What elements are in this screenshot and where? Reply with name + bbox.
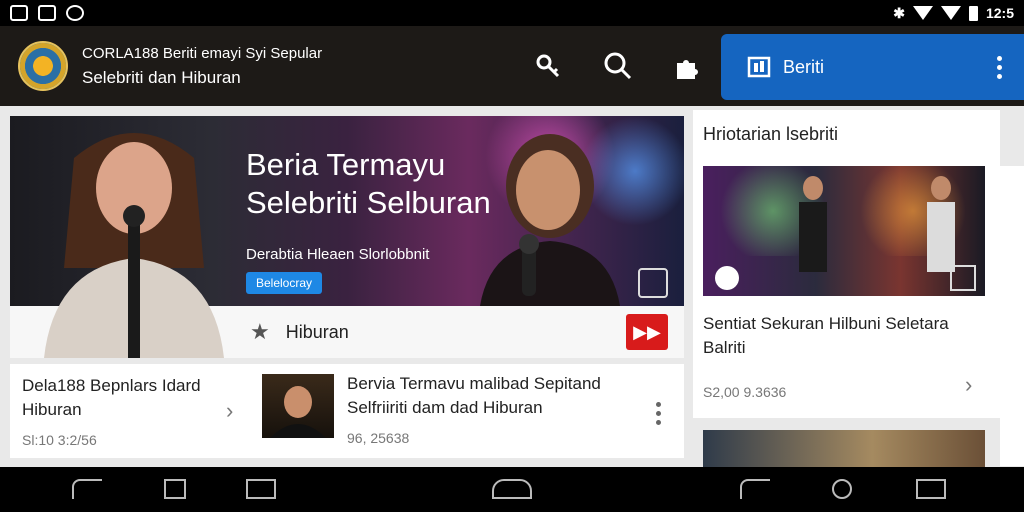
chevron-right-icon[interactable]: › [965, 372, 972, 398]
article-thumbnail[interactable] [262, 374, 334, 438]
search-icon[interactable] [600, 48, 636, 84]
signal-icon [940, 6, 961, 20]
fullscreen-icon[interactable] [638, 268, 668, 298]
sidebar-thumbnail[interactable] [703, 430, 985, 467]
berita-button[interactable]: Beriti [721, 34, 1024, 100]
bluetooth-icon: ✱ [893, 4, 905, 21]
back-icon[interactable] [740, 479, 770, 499]
list-item-title-line1: Bervia Termavu malibad Sepitand [347, 374, 601, 393]
puzzle-icon[interactable] [670, 48, 706, 84]
hero-category-label: Hiburan [285, 321, 349, 342]
play-button[interactable]: ▶▶ [626, 314, 668, 350]
more-vert-icon[interactable] [997, 55, 1002, 79]
home-icon[interactable] [164, 479, 186, 499]
app-logo[interactable] [18, 41, 68, 91]
hero-subtitle: Derabtia Hleaen Slorlobbnit [246, 246, 430, 263]
image-icon [10, 5, 28, 21]
battery-icon [968, 5, 978, 21]
list-item[interactable]: Dela188 Bepnlars Idard Hiburan Sl:10 3:2… [22, 374, 201, 452]
list-item-title-line1: Dela188 Bepnlars Idard [22, 376, 201, 395]
app-title-line2: Selebriti dan Hiburan [82, 67, 241, 87]
list-item[interactable]: Bervia Termavu malibad Sepitand Selfriir… [347, 372, 601, 450]
wifi-icon [912, 6, 933, 20]
back-icon[interactable] [72, 479, 102, 499]
hero-title-line2: Selebriti Selburan [246, 185, 491, 220]
sidebar-caption-line2: Balriti [703, 338, 746, 357]
list-item-meta: 96, 25638 [347, 430, 410, 446]
sidebar-title: Hriotarian lsebriti [703, 124, 839, 144]
status-bar: ✱ 12:5 [0, 0, 1024, 26]
sidebar-caption-line1: Sentiat Sekuran Hilbuni Seletara [703, 314, 949, 333]
sidebar-meta: S2,00 9.3636 [703, 384, 787, 400]
sidebar-caption: Sentiat Sekuran Hilbuni Seletara Balriti [703, 312, 973, 360]
app-title: CORLA188 Beriti emayi Syi Sepular Selebr… [82, 45, 322, 88]
list-item-meta: Sl:10 3:2/56 [22, 432, 97, 448]
sidebar-image[interactable] [703, 166, 985, 296]
clock: 12:5 [985, 5, 1014, 21]
download-icon [38, 5, 56, 21]
list-item-title-line2: Selfriiriti dam dad Hiburan [347, 398, 543, 417]
recents-icon[interactable] [916, 479, 946, 499]
key-icon[interactable] [530, 48, 566, 84]
chevron-right-icon[interactable]: › [226, 398, 233, 424]
app-bar: CORLA188 Beriti emayi Syi Sepular Selebr… [0, 26, 1024, 106]
sidebar-panel: Hriotarian lsebriti Sentiat Sekuran Hilb… [693, 110, 1000, 418]
more-vert-icon[interactable] [656, 402, 661, 425]
navigation-bar [0, 467, 1024, 512]
hero-title: Beria Termayu Selebriti Selburan [246, 146, 491, 222]
next-card-peek[interactable] [1000, 166, 1024, 466]
sync-icon [66, 5, 84, 21]
home-button-icon[interactable] [492, 479, 532, 499]
presenter-image [44, 133, 224, 358]
berita-button-label: Beriti [783, 56, 825, 77]
recents-icon[interactable] [246, 479, 276, 499]
hero-title-line1: Beria Termayu [246, 147, 446, 182]
hero-tag[interactable]: Belelocray [246, 272, 323, 294]
star-icon[interactable]: ★ [250, 319, 270, 345]
assistant-icon[interactable] [832, 479, 852, 499]
news-icon [747, 55, 771, 79]
article-list: Dela188 Bepnlars Idard Hiburan Sl:10 3:2… [10, 364, 684, 458]
app-title-line1: CORLA188 Beriti emayi Syi Sepular [82, 44, 323, 62]
list-item-title-line2: Hiburan [22, 400, 82, 419]
